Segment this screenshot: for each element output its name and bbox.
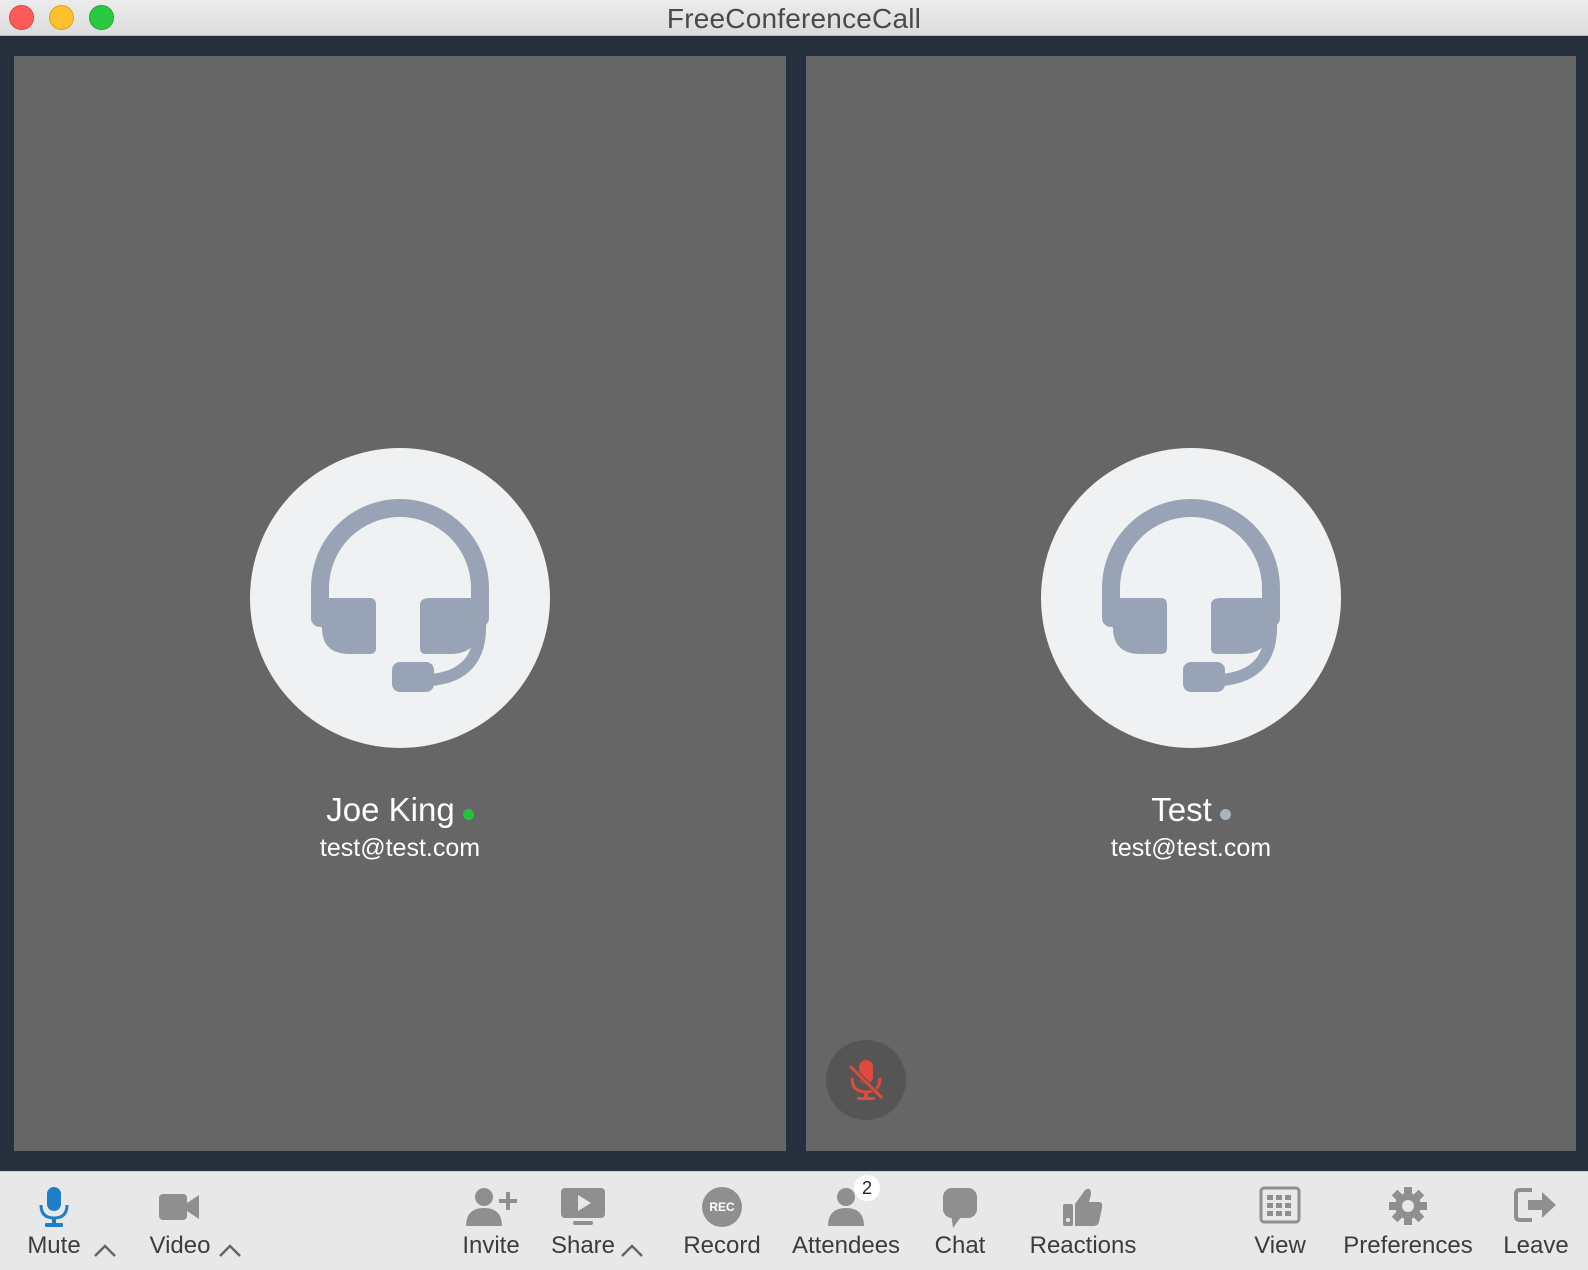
thumbs-up-icon bbox=[1063, 1188, 1103, 1226]
chat-bubble-icon bbox=[943, 1188, 977, 1228]
share-label: Share bbox=[550, 1232, 616, 1259]
view-button[interactable]: View bbox=[1240, 1172, 1320, 1270]
video-label: Video bbox=[149, 1232, 211, 1259]
mic-muted-icon bbox=[848, 1060, 884, 1100]
leave-button[interactable]: Leave bbox=[1496, 1172, 1576, 1270]
invite-label: Invite bbox=[462, 1232, 520, 1259]
muted-indicator bbox=[826, 1040, 906, 1120]
headset-icon bbox=[1102, 499, 1280, 692]
participant-name-text: Test bbox=[1151, 791, 1212, 828]
record-label: Record bbox=[683, 1232, 761, 1259]
attendees-button[interactable]: 2 Attendees bbox=[786, 1172, 906, 1270]
title-bar: FreeConferenceCall bbox=[0, 0, 1588, 36]
reactions-button[interactable]: Reactions bbox=[1018, 1172, 1148, 1270]
chat-button[interactable]: Chat bbox=[924, 1172, 996, 1270]
view-label: View bbox=[1254, 1232, 1306, 1259]
participant-tile[interactable]: Test test@test.com bbox=[806, 56, 1576, 1151]
preferences-button[interactable]: Preferences bbox=[1338, 1172, 1478, 1270]
grid-view-icon bbox=[1259, 1186, 1301, 1224]
mute-options-chevron-up-icon[interactable] bbox=[93, 1242, 117, 1258]
video-button[interactable]: Video bbox=[140, 1172, 220, 1270]
participant-name-text: Joe King bbox=[326, 791, 455, 828]
mute-button[interactable]: Mute bbox=[18, 1172, 90, 1270]
share-options-chevron-up-icon[interactable] bbox=[620, 1242, 644, 1258]
video-stage: Joe King test@test.com Test test@test.co… bbox=[0, 36, 1588, 1171]
status-offline-dot bbox=[1219, 808, 1231, 820]
screen-share-icon bbox=[561, 1188, 605, 1225]
participant-avatar bbox=[1041, 448, 1341, 748]
gear-icon bbox=[1389, 1187, 1427, 1225]
share-button[interactable]: Share bbox=[548, 1172, 618, 1270]
headset-icon bbox=[311, 499, 489, 692]
leave-label: Leave bbox=[1503, 1232, 1569, 1259]
mute-label: Mute bbox=[27, 1232, 81, 1259]
participant-email: test@test.com bbox=[1110, 834, 1272, 862]
status-online-dot bbox=[462, 808, 474, 820]
attendees-count-badge: 2 bbox=[854, 1175, 880, 1201]
record-button[interactable]: REC Record bbox=[672, 1172, 772, 1270]
participant-avatar bbox=[250, 448, 550, 748]
exit-icon bbox=[1514, 1188, 1556, 1222]
participant-email: test@test.com bbox=[319, 834, 481, 862]
attendees-label: Attendees bbox=[791, 1232, 901, 1259]
participant-name: Joe King bbox=[14, 791, 786, 829]
add-person-icon bbox=[466, 1188, 517, 1226]
video-options-chevron-up-icon[interactable] bbox=[218, 1242, 242, 1258]
record-icon-text: REC bbox=[709, 1200, 735, 1214]
participant-tile[interactable]: Joe King test@test.com bbox=[14, 56, 786, 1151]
chat-label: Chat bbox=[934, 1232, 986, 1259]
window-title: FreeConferenceCall bbox=[666, 3, 922, 34]
microphone-icon bbox=[39, 1187, 69, 1227]
invite-button[interactable]: Invite bbox=[452, 1172, 530, 1270]
reactions-label: Reactions bbox=[1029, 1232, 1137, 1259]
video-camera-icon bbox=[159, 1194, 199, 1220]
preferences-label: Preferences bbox=[1343, 1232, 1473, 1259]
participant-name: Test bbox=[806, 791, 1576, 829]
meeting-toolbar: Mute Video Invite Share REC Record 2 Att… bbox=[0, 1171, 1588, 1270]
